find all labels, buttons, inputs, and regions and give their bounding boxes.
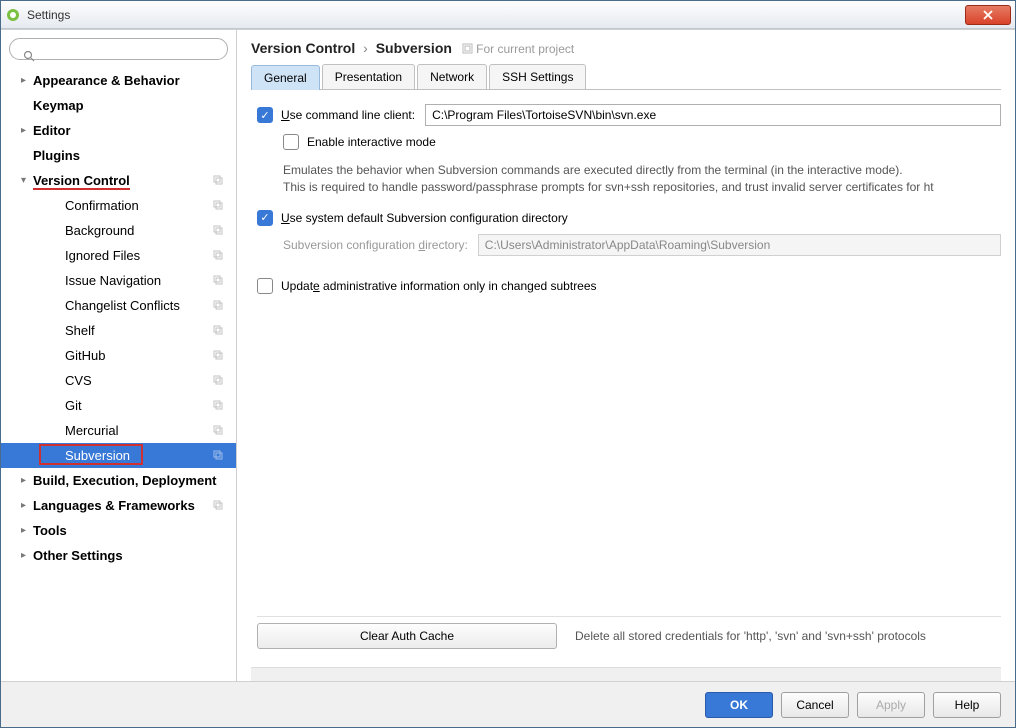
tree-item-appearance-behavior[interactable]: ▸Appearance & Behavior <box>1 68 236 93</box>
config-dir-input <box>478 234 1001 256</box>
use-default-dir-label: Use system default Subversion configurat… <box>281 211 568 225</box>
breadcrumb-current: Subversion <box>376 40 452 56</box>
tree-item-github[interactable]: GitHub <box>1 343 236 368</box>
sidebar: ▸Appearance & BehaviorKeymap▸EditorPlugi… <box>1 30 237 681</box>
settings-tree: ▸Appearance & BehaviorKeymap▸EditorPlugi… <box>1 68 236 681</box>
horizontal-scrollbar[interactable] <box>251 667 1001 681</box>
tree-item-shelf[interactable]: Shelf <box>1 318 236 343</box>
tree-item-label: GitHub <box>65 348 212 363</box>
tree-item-confirmation[interactable]: Confirmation <box>1 193 236 218</box>
project-scope-icon <box>212 349 226 363</box>
tree-item-label: Plugins <box>33 148 236 163</box>
tree-item-label: Issue Navigation <box>65 273 212 288</box>
tree-arrow-icon: ▸ <box>21 125 33 136</box>
use-cli-checkbox[interactable]: ✓ <box>257 107 273 123</box>
clear-auth-cache-button[interactable]: Clear Auth Cache <box>257 623 557 649</box>
tree-item-plugins[interactable]: Plugins <box>1 143 236 168</box>
apply-button: Apply <box>857 692 925 718</box>
tree-item-label: Git <box>65 398 212 413</box>
tree-item-label: Ignored Files <box>65 248 212 263</box>
tree-item-label: Editor <box>33 123 236 138</box>
titlebar: Settings <box>1 1 1015 29</box>
general-panel: ✓ Use command line client: Enable intera… <box>237 90 1015 667</box>
tree-item-ignored-files[interactable]: Ignored Files <box>1 243 236 268</box>
project-scope-icon <box>212 174 226 188</box>
tree-item-label: Confirmation <box>65 198 212 213</box>
tab-bar: GeneralPresentationNetworkSSH Settings <box>251 64 1001 90</box>
tree-item-languages-frameworks[interactable]: ▸Languages & Frameworks <box>1 493 236 518</box>
project-scope-icon <box>212 499 226 513</box>
tree-item-label: Languages & Frameworks <box>33 498 212 513</box>
tab-general[interactable]: General <box>251 65 320 90</box>
tree-item-label: Tools <box>33 523 236 538</box>
tree-item-git[interactable]: Git <box>1 393 236 418</box>
ok-button[interactable]: OK <box>705 692 773 718</box>
main-panel: Version Control › Subversion For current… <box>237 30 1015 681</box>
tree-item-label: Other Settings <box>33 548 236 563</box>
interactive-description: Emulates the behavior when Subversion co… <box>283 162 1001 196</box>
tree-item-label: Build, Execution, Deployment <box>33 473 236 488</box>
project-scope-icon <box>212 224 226 238</box>
project-scope-icon <box>212 324 226 338</box>
tree-item-version-control[interactable]: ▾Version Control <box>1 168 236 193</box>
cli-path-input[interactable] <box>425 104 1001 126</box>
breadcrumb: Version Control › Subversion For current… <box>237 30 1015 64</box>
search-input[interactable] <box>9 38 228 60</box>
tree-arrow-icon: ▸ <box>21 500 33 511</box>
cancel-button[interactable]: Cancel <box>781 692 849 718</box>
tree-arrow-icon: ▸ <box>21 550 33 561</box>
enable-interactive-label: Enable interactive mode <box>307 135 436 149</box>
tree-item-label: Version Control <box>33 173 212 188</box>
tree-item-label: Subversion <box>65 448 212 463</box>
dialog-footer: OK Cancel Apply Help <box>1 681 1015 727</box>
breadcrumb-root[interactable]: Version Control <box>251 40 355 56</box>
clear-auth-hint: Delete all stored credentials for 'http'… <box>575 629 926 643</box>
tree-item-changelist-conflicts[interactable]: Changelist Conflicts <box>1 293 236 318</box>
tree-item-tools[interactable]: ▸Tools <box>1 518 236 543</box>
tree-item-keymap[interactable]: Keymap <box>1 93 236 118</box>
tree-arrow-icon: ▸ <box>21 525 33 536</box>
use-default-dir-checkbox[interactable]: ✓ <box>257 210 273 226</box>
tree-item-label: Keymap <box>33 98 236 113</box>
enable-interactive-checkbox[interactable] <box>283 134 299 150</box>
project-scope-icon <box>212 424 226 438</box>
tree-item-editor[interactable]: ▸Editor <box>1 118 236 143</box>
tree-item-cvs[interactable]: CVS <box>1 368 236 393</box>
tree-arrow-icon: ▾ <box>21 175 33 186</box>
tree-item-label: Shelf <box>65 323 212 338</box>
tree-item-build-execution-deployment[interactable]: ▸Build, Execution, Deployment <box>1 468 236 493</box>
close-button[interactable] <box>965 5 1011 25</box>
tree-item-subversion[interactable]: Subversion <box>1 443 236 468</box>
project-scope-icon <box>212 399 226 413</box>
tab-presentation[interactable]: Presentation <box>322 64 415 89</box>
tab-network[interactable]: Network <box>417 64 487 89</box>
tree-item-label: Changelist Conflicts <box>65 298 212 313</box>
tree-item-issue-navigation[interactable]: Issue Navigation <box>1 268 236 293</box>
project-scope-icon <box>212 449 226 463</box>
update-admin-checkbox[interactable] <box>257 278 273 294</box>
tree-item-other-settings[interactable]: ▸Other Settings <box>1 543 236 568</box>
help-button[interactable]: Help <box>933 692 1001 718</box>
config-dir-label: Subversion configuration directory: <box>283 238 468 252</box>
project-scope-icon <box>212 199 226 213</box>
tree-item-label: CVS <box>65 373 212 388</box>
tree-item-mercurial[interactable]: Mercurial <box>1 418 236 443</box>
tree-arrow-icon: ▸ <box>21 475 33 486</box>
tree-item-background[interactable]: Background <box>1 218 236 243</box>
use-cli-label: Use command line client: <box>281 108 415 122</box>
tab-ssh-settings[interactable]: SSH Settings <box>489 64 586 89</box>
tree-arrow-icon: ▸ <box>21 75 33 86</box>
project-scope-icon <box>212 374 226 388</box>
project-scope-hint: For current project <box>462 42 574 56</box>
update-admin-label: Update administrative information only i… <box>281 279 597 293</box>
tree-item-label: Mercurial <box>65 423 212 438</box>
window-title: Settings <box>27 8 70 22</box>
project-scope-icon <box>212 299 226 313</box>
app-icon <box>5 7 21 23</box>
project-scope-icon <box>212 274 226 288</box>
tree-item-label: Appearance & Behavior <box>33 73 236 88</box>
tree-item-label: Background <box>65 223 212 238</box>
project-scope-icon <box>212 249 226 263</box>
